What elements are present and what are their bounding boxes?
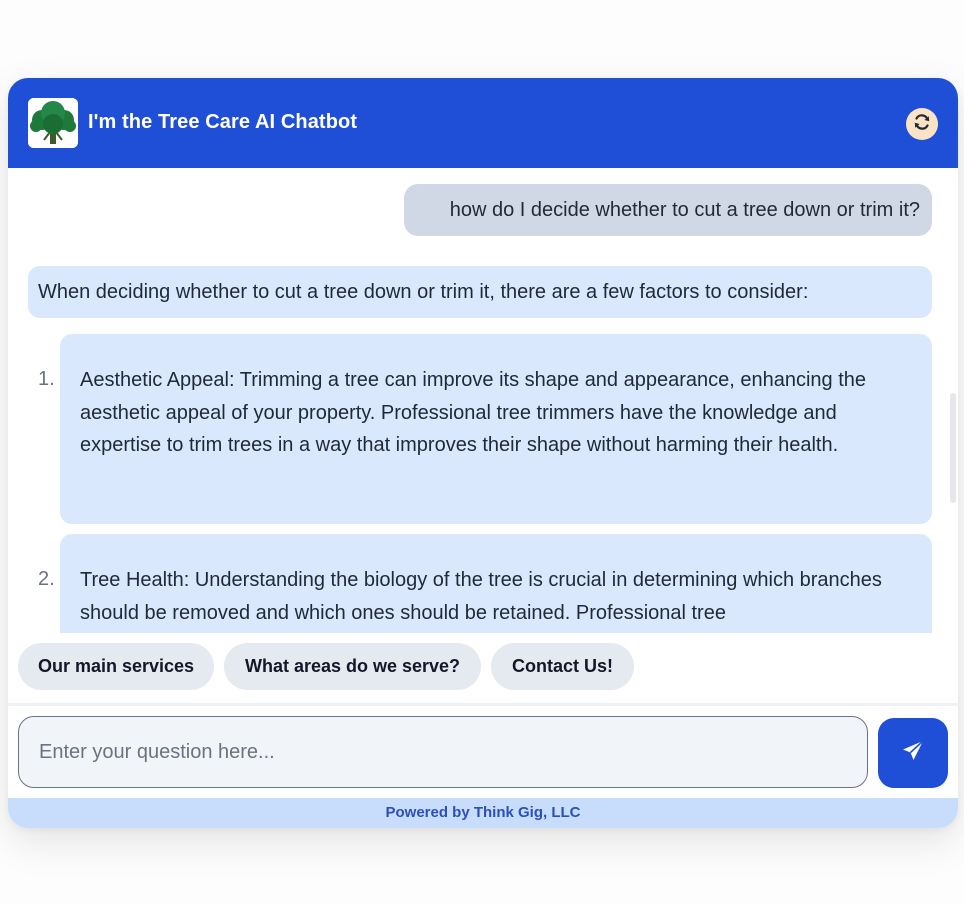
quick-reply-contact[interactable]: Contact Us! bbox=[491, 643, 634, 690]
list-item-number: 2. bbox=[38, 568, 55, 590]
chat-header: I'm the Tree Care AI Chatbot bbox=[8, 78, 958, 168]
list-item-number: 1. bbox=[38, 368, 55, 390]
quick-replies: Our main services What areas do we serve… bbox=[8, 633, 958, 703]
refresh-button[interactable] bbox=[906, 108, 938, 140]
message-list[interactable]: how do I decide whether to cut a tree do… bbox=[8, 168, 958, 633]
user-message: how do I decide whether to cut a tree do… bbox=[404, 184, 932, 236]
quick-reply-areas[interactable]: What areas do we serve? bbox=[224, 643, 481, 690]
quick-reply-services[interactable]: Our main services bbox=[18, 643, 214, 690]
messages-scrollbar[interactable] bbox=[950, 393, 956, 503]
powered-by-footer: Powered by Think Gig, LLC bbox=[8, 798, 958, 828]
bot-message-intro: When deciding whether to cut a tree down… bbox=[28, 266, 932, 318]
chatbot-widget: I'm the Tree Care AI Chatbot how do I de… bbox=[8, 78, 958, 828]
divider bbox=[8, 703, 958, 706]
tree-logo-icon bbox=[28, 98, 78, 148]
chat-title: I'm the Tree Care AI Chatbot bbox=[88, 111, 358, 133]
question-input[interactable] bbox=[18, 716, 868, 788]
list-item: Tree Health: Understanding the biology o… bbox=[60, 534, 932, 633]
send-button[interactable] bbox=[878, 718, 948, 788]
list-item: Aesthetic Appeal: Trimming a tree can im… bbox=[60, 334, 932, 524]
send-icon bbox=[901, 739, 925, 768]
refresh-icon bbox=[912, 112, 932, 137]
